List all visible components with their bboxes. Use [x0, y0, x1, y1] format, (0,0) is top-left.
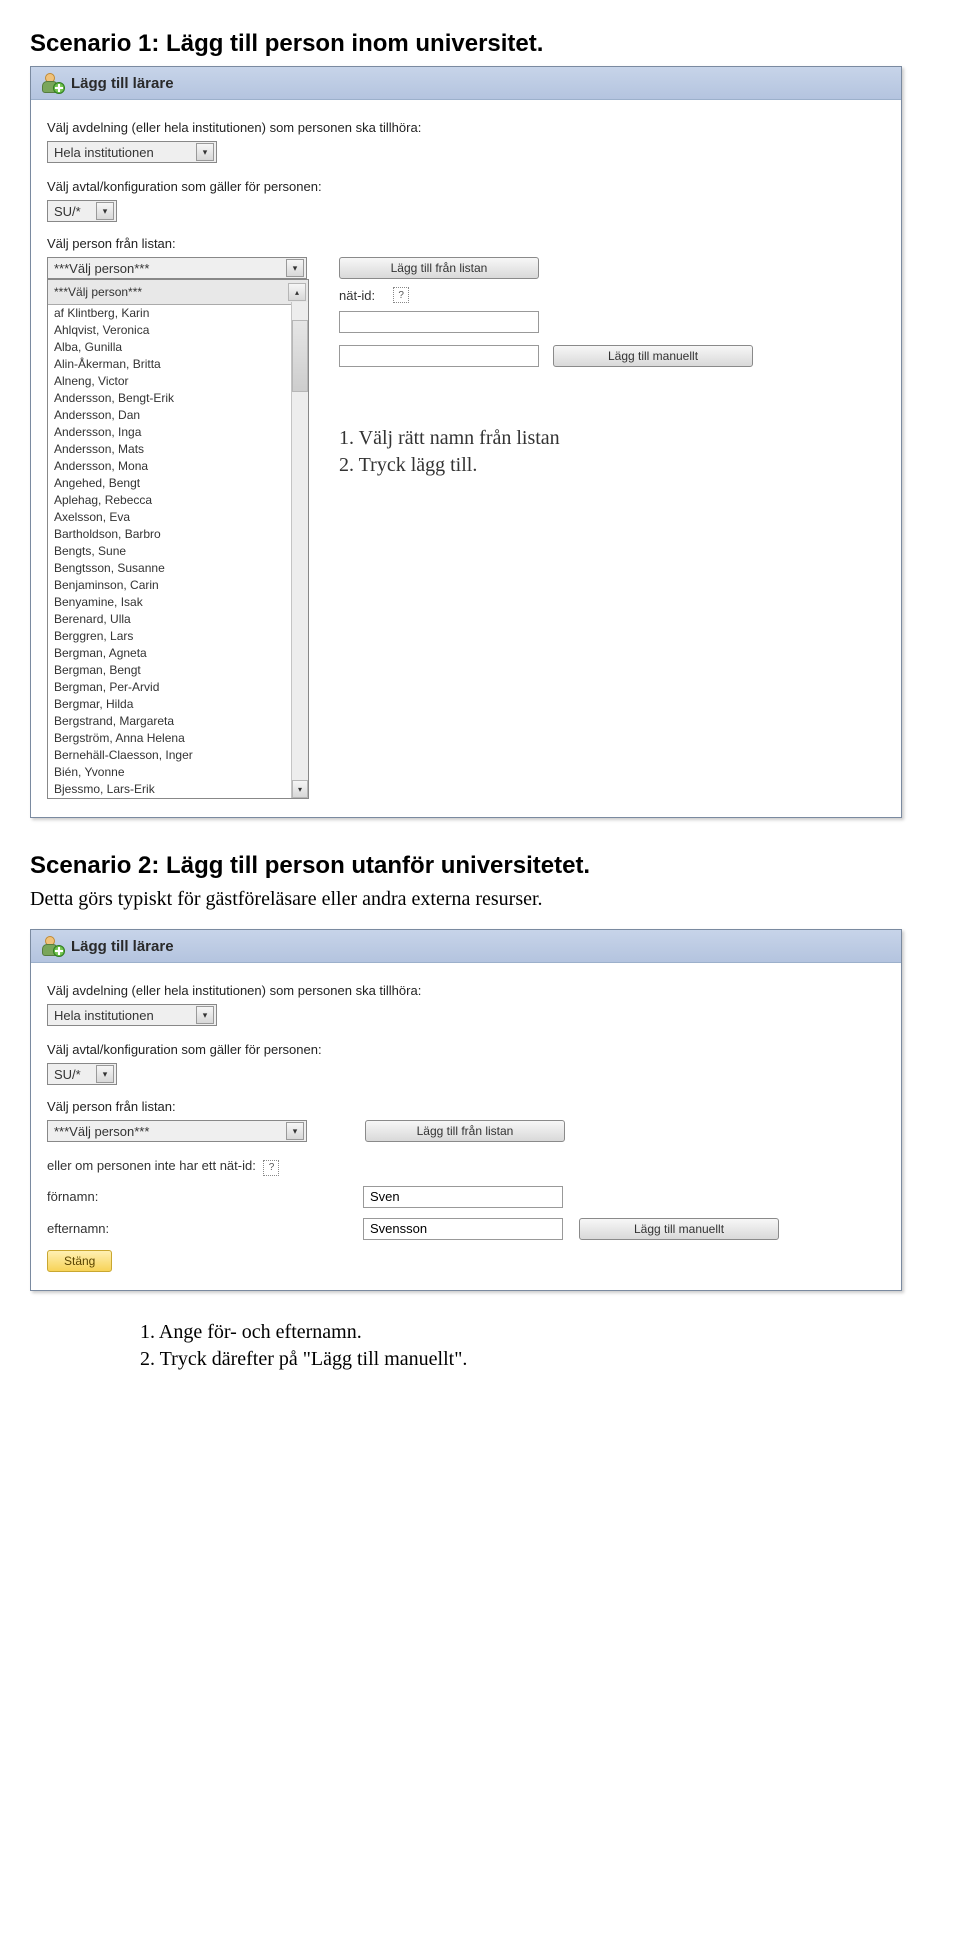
chevron-down-icon: ▾ [196, 143, 214, 161]
add-from-list-button-2[interactable]: Lägg till från listan [365, 1120, 565, 1142]
person-select-2[interactable]: ***Välj person*** ▾ [47, 1120, 307, 1142]
chevron-down-icon: ▾ [196, 1006, 214, 1024]
scenario1-step1: 1. Välj rätt namn från listan [339, 427, 885, 450]
list-item[interactable]: Ahlqvist, Veronica [48, 322, 308, 339]
person-listbox[interactable]: ***Välj person*** ▴ af Klintberg, KarinA… [47, 279, 309, 799]
chevron-down-icon: ▾ [286, 259, 304, 277]
add-user-icon [41, 73, 63, 93]
efternamn-label: efternamn: [47, 1221, 347, 1236]
agreement-select[interactable]: SU/* ▾ [47, 200, 117, 222]
list-item[interactable]: Andersson, Bengt-Erik [48, 390, 308, 407]
list-item[interactable]: Alin-Åkerman, Britta [48, 356, 308, 373]
list-item[interactable]: Andersson, Mona [48, 458, 308, 475]
label-person: Välj person från listan: [47, 236, 885, 251]
agreement-select-value: SU/* [54, 204, 81, 219]
person-select-2-value: ***Välj person*** [54, 1124, 149, 1139]
natid-input[interactable] [339, 311, 539, 333]
list-item[interactable]: Bergman, Agneta [48, 645, 308, 662]
department-select[interactable]: Hela institutionen ▾ [47, 141, 217, 163]
panel1-header: Lägg till lärare [31, 67, 901, 100]
list-item[interactable]: Bernehäll-Claesson, Inger [48, 747, 308, 764]
panel2-header-text: Lägg till lärare [71, 938, 174, 955]
fornamn-label: förnamn: [47, 1189, 347, 1204]
scenario2-step1: 1. Ange för- och efternamn. [140, 1321, 930, 1344]
label-department-2: Välj avdelning (eller hela institutionen… [47, 983, 885, 998]
scenario1-step2: 2. Tryck lägg till. [339, 454, 885, 477]
scroll-thumb[interactable] [292, 320, 308, 392]
list-item[interactable]: Berenard, Ulla [48, 611, 308, 628]
label-agreement: Välj avtal/konfiguration som gäller för … [47, 179, 885, 194]
list-item[interactable]: Alba, Gunilla [48, 339, 308, 356]
scenario2-title: Scenario 2: Lägg till person utanför uni… [30, 852, 930, 880]
list-item[interactable]: Bjessmo, Lars-Erik [48, 781, 308, 798]
scenario2-step2: 2. Tryck därefter på "Lägg till manuellt… [140, 1348, 930, 1371]
add-manually-button[interactable]: Lägg till manuellt [553, 345, 753, 367]
panel-add-teacher-2: Lägg till lärare Välj avdelning (eller h… [30, 929, 902, 1291]
list-item[interactable]: Bergman, Bengt [48, 662, 308, 679]
agreement-select-2[interactable]: SU/* ▾ [47, 1063, 117, 1085]
list-item[interactable]: af Klintberg, Karin [48, 305, 308, 322]
chevron-down-icon: ▾ [286, 1122, 304, 1140]
help-icon[interactable]: ? [263, 1160, 279, 1176]
list-item[interactable]: Andersson, Inga [48, 424, 308, 441]
label-person-2: Välj person från listan: [47, 1099, 885, 1114]
list-item[interactable]: Aplehag, Rebecca [48, 492, 308, 509]
add-manually-button-2[interactable]: Lägg till manuellt [579, 1218, 779, 1240]
department-select-2-value: Hela institutionen [54, 1008, 154, 1023]
chevron-down-icon: ▾ [96, 1065, 114, 1083]
scenario1-title: Scenario 1: Lägg till person inom univer… [30, 30, 930, 58]
scrollbar[interactable]: ▾ [291, 302, 308, 798]
list-item[interactable]: Angehed, Bengt [48, 475, 308, 492]
panel2-header: Lägg till lärare [31, 930, 901, 963]
person-list-header: ***Välj person*** [54, 285, 142, 299]
label-agreement-2: Välj avtal/konfiguration som gäller för … [47, 1042, 885, 1057]
efternamn-input[interactable] [363, 1218, 563, 1240]
department-select-2[interactable]: Hela institutionen ▾ [47, 1004, 217, 1026]
list-item[interactable]: Axelsson, Eva [48, 509, 308, 526]
panel1-header-text: Lägg till lärare [71, 75, 174, 92]
list-item[interactable]: Andersson, Dan [48, 407, 308, 424]
list-item[interactable]: Bengtsson, Susanne [48, 560, 308, 577]
list-item[interactable]: Berggren, Lars [48, 628, 308, 645]
list-item[interactable]: Alneng, Victor [48, 373, 308, 390]
person-select-value: ***Välj person*** [54, 261, 149, 276]
list-item[interactable]: Benyamine, Isak [48, 594, 308, 611]
scenario2-subtitle: Detta görs typiskt för gästföreläsare el… [30, 888, 930, 911]
panel-add-teacher-1: Lägg till lärare Välj avdelning (eller h… [30, 66, 902, 818]
fornamn-input[interactable] [363, 1186, 563, 1208]
list-item[interactable]: Bengts, Sune [48, 543, 308, 560]
list-item[interactable]: Bergstrand, Margareta [48, 713, 308, 730]
list-item[interactable]: Andersson, Mats [48, 441, 308, 458]
list-item[interactable]: Bién, Yvonne [48, 764, 308, 781]
natid-label: nät-id: [339, 288, 375, 303]
chevron-down-icon: ▾ [96, 202, 114, 220]
list-item[interactable]: Bergström, Anna Helena [48, 730, 308, 747]
department-select-value: Hela institutionen [54, 145, 154, 160]
list-item[interactable]: Bartholdson, Barbro [48, 526, 308, 543]
agreement-select-2-value: SU/* [54, 1067, 81, 1082]
list-item[interactable]: Bergman, Per-Arvid [48, 679, 308, 696]
natid-label-2: eller om personen inte har ett nät-id: ? [47, 1158, 347, 1176]
close-button[interactable]: Stäng [47, 1250, 112, 1272]
list-item[interactable]: Benjaminson, Carin [48, 577, 308, 594]
chevron-up-icon[interactable]: ▴ [288, 283, 306, 301]
label-department: Välj avdelning (eller hela institutionen… [47, 120, 885, 135]
help-icon[interactable]: ? [393, 287, 409, 303]
manual-input[interactable] [339, 345, 539, 367]
add-from-list-button[interactable]: Lägg till från listan [339, 257, 539, 279]
chevron-down-icon[interactable]: ▾ [292, 780, 308, 798]
list-item[interactable]: Bergmar, Hilda [48, 696, 308, 713]
person-select[interactable]: ***Välj person*** ▾ [47, 257, 307, 279]
add-user-icon [41, 936, 63, 956]
